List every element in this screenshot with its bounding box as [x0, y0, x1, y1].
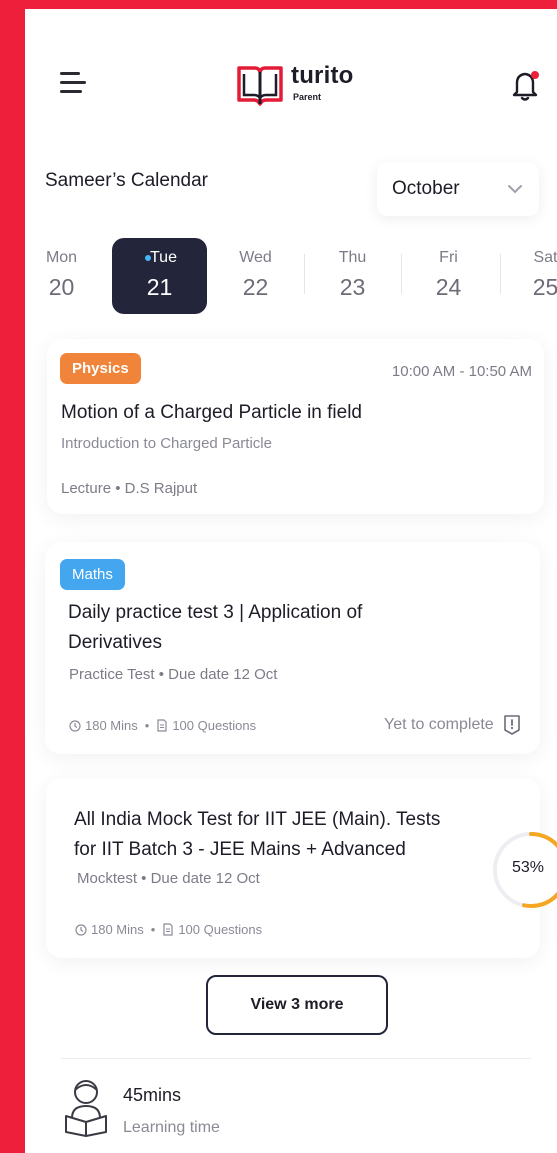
- question-count: 100 Questions: [172, 718, 257, 733]
- day-number: 20: [48, 274, 75, 300]
- learning-time-label: Learning time: [123, 1119, 220, 1136]
- subject-badge: Maths: [60, 559, 125, 590]
- mock-title-line1: All India Mock Test for IIT JEE (Main). …: [74, 809, 441, 830]
- clock-icon: [75, 923, 87, 936]
- day-name: Mon: [45, 249, 78, 266]
- progress-ring: 53%: [491, 830, 557, 910]
- day-name: Thu: [338, 249, 367, 266]
- day-name: Fri: [439, 249, 458, 266]
- brand-name: turito: [291, 62, 354, 89]
- day-tue-selected[interactable]: Tue 21: [112, 238, 207, 314]
- day-name: Sat: [533, 249, 557, 266]
- app-screen: turito Parent Sameer’s Calendar October …: [25, 9, 557, 1153]
- turito-logo: turito Parent: [236, 60, 376, 112]
- month-dropdown[interactable]: October: [377, 162, 539, 216]
- mock-meta: Mocktest • Due date 12 Oct: [77, 870, 260, 887]
- day-thu[interactable]: Thu 23: [305, 238, 400, 314]
- test-title-line2: Derivatives: [68, 632, 162, 653]
- day-number: 24: [435, 274, 462, 300]
- duration: 180 Mins: [91, 922, 144, 937]
- document-icon: [157, 719, 167, 732]
- document-icon: [163, 923, 173, 936]
- status-label: Yet to complete: [384, 716, 494, 733]
- progress-percent: 53%: [512, 859, 545, 876]
- calendar-title: Sameer’s Calendar: [45, 170, 208, 191]
- day-number: 22: [242, 274, 269, 300]
- mock-details: 180 Mins • 100 Questions: [75, 922, 262, 937]
- day-mon[interactable]: Mon 20: [25, 238, 109, 314]
- separator-dot: •: [144, 718, 150, 733]
- completion-status: Yet to complete: [384, 714, 522, 736]
- test-meta: Practice Test • Due date 12 Oct: [69, 666, 278, 683]
- day-wed[interactable]: Wed 22: [208, 238, 303, 314]
- lecture-card[interactable]: Physics 10:00 AM - 10:50 AM Motion of a …: [47, 339, 544, 514]
- duration: 180 Mins: [85, 718, 138, 733]
- section-divider: [61, 1058, 531, 1059]
- question-count: 100 Questions: [178, 922, 263, 937]
- mock-test-card[interactable]: All India Mock Test for IIT JEE (Main). …: [46, 778, 540, 958]
- month-dropdown-value: October: [392, 178, 460, 199]
- day-name: Wed: [239, 249, 272, 266]
- test-title-line1: Daily practice test 3 | Application of: [68, 602, 363, 623]
- bell-icon[interactable]: [510, 67, 540, 103]
- lecture-time: 10:00 AM - 10:50 AM: [391, 363, 532, 380]
- view-more-button[interactable]: View 3 more: [206, 975, 388, 1035]
- clock-icon: [69, 719, 81, 732]
- lecture-meta: Lecture • D.S Rajput: [61, 480, 198, 497]
- student-reading-icon: [65, 1080, 107, 1137]
- mock-title-line2: for IIT Batch 3 - JEE Mains + Advanced: [74, 839, 406, 860]
- subject-badge: Physics: [60, 353, 141, 384]
- lecture-subtitle: Introduction to Charged Particle: [61, 435, 272, 452]
- week-day-strip: Mon 20 Tue 21 Wed 22 Thu 23 Fri 24 Sat 2…: [25, 238, 557, 316]
- lecture-title: Motion of a Charged Particle in field: [61, 402, 362, 423]
- alert-icon: [503, 715, 520, 735]
- test-details: 180 Mins • 100 Questions: [69, 718, 256, 733]
- day-name: Tue: [150, 249, 177, 266]
- hamburger-menu-icon[interactable]: [60, 72, 86, 94]
- day-number: 23: [339, 274, 366, 300]
- brand-subtitle: Parent: [293, 92, 322, 102]
- day-fri[interactable]: Fri 24: [401, 238, 496, 314]
- separator-dot: •: [150, 922, 156, 937]
- chevron-down-icon: [508, 185, 522, 194]
- day-number: 21: [146, 274, 173, 300]
- practice-test-card[interactable]: Maths Daily practice test 3 | Applicatio…: [45, 542, 540, 754]
- learning-time-value: 45mins: [123, 1085, 182, 1105]
- day-number: 25: [532, 274, 557, 300]
- notification-dot: [531, 71, 539, 79]
- open-book-icon: [237, 66, 283, 106]
- day-sat[interactable]: Sat 25: [498, 238, 557, 314]
